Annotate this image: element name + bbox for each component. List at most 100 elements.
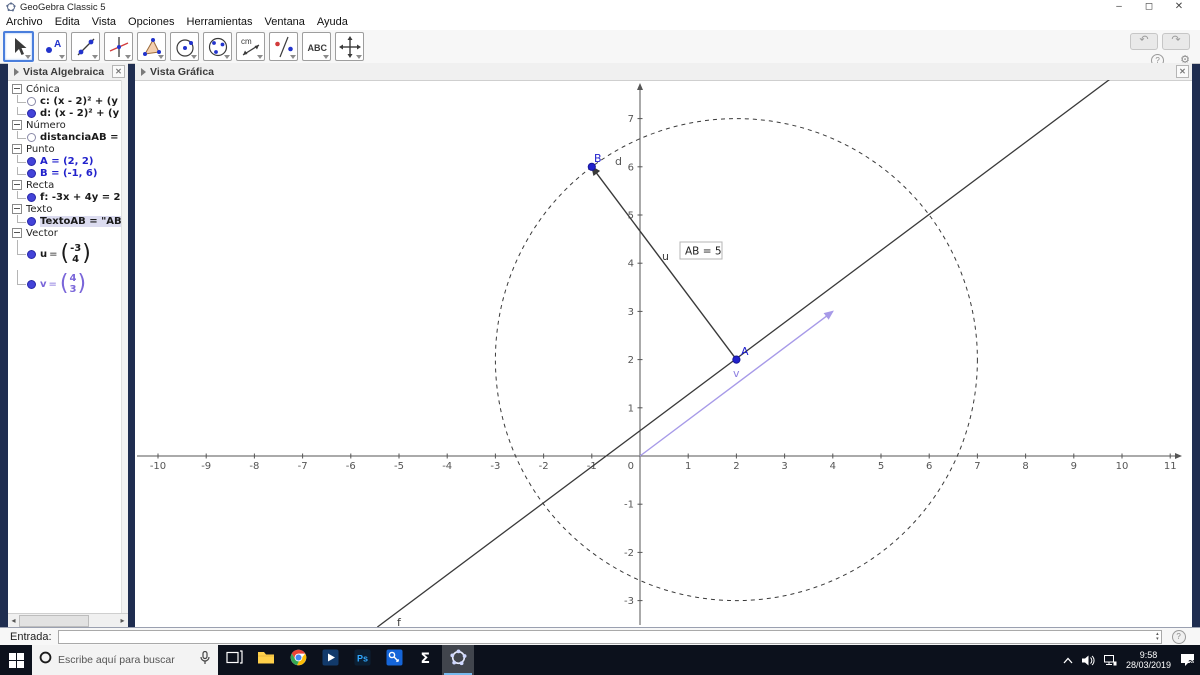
move-tool[interactable]	[3, 31, 34, 62]
algebra-item[interactable]: u = ( -3 4 )	[8, 239, 128, 269]
tool-dropdown-icon[interactable]	[59, 55, 65, 59]
scrollbar-thumb[interactable]	[19, 614, 89, 627]
vector-u[interactable]	[590, 165, 737, 361]
close-button[interactable]: ✕	[1164, 0, 1194, 14]
panel-arrow-icon[interactable]	[14, 67, 19, 76]
algebra-item[interactable]: distanciaAB = 5	[8, 131, 128, 143]
visibility-marble[interactable]	[27, 96, 36, 106]
taskbar-search[interactable]: Escribe aquí para buscar	[32, 645, 218, 675]
visibility-marble[interactable]	[27, 279, 36, 289]
svg-text:-4: -4	[442, 461, 452, 472]
conic-tool[interactable]	[203, 32, 232, 61]
undo-button[interactable]: ↶	[1130, 33, 1158, 50]
graphics-close-icon[interactable]: ✕	[1176, 65, 1189, 78]
line-tool[interactable]	[71, 32, 100, 61]
move-graphics-tool[interactable]	[335, 32, 364, 61]
tool-dropdown-icon[interactable]	[323, 55, 329, 59]
reflect-tool[interactable]	[269, 32, 298, 61]
algebra-horizontal-scrollbar[interactable]: ◂ ▸	[8, 613, 128, 627]
polygon-tool[interactable]	[137, 32, 166, 61]
algebra-group-texto[interactable]: Texto	[8, 203, 128, 215]
visibility-marble[interactable]	[27, 216, 36, 226]
minimize-button[interactable]: –	[1104, 0, 1134, 14]
menu-item-ventana[interactable]: Ventana	[259, 14, 311, 30]
algebra-close-icon[interactable]: ✕	[112, 65, 125, 78]
circle-tool[interactable]	[170, 32, 199, 61]
visibility-marble[interactable]	[27, 192, 36, 202]
maximize-button[interactable]: ◻	[1134, 0, 1164, 14]
start-button[interactable]	[0, 645, 32, 675]
algebra-group-nu-mero[interactable]: Número	[8, 119, 128, 131]
tool-dropdown-icon[interactable]	[356, 55, 362, 59]
svg-text:11: 11	[1164, 461, 1177, 472]
visibility-marble[interactable]	[27, 132, 36, 142]
panel-arrow-icon[interactable]	[141, 67, 146, 76]
taskbar-app-chrome[interactable]	[282, 645, 314, 675]
notifications-icon[interactable]: 20	[1180, 653, 1196, 667]
vector-v[interactable]	[639, 310, 834, 457]
taskbar-app-geogebra[interactable]	[442, 645, 474, 675]
tool-dropdown-icon[interactable]	[158, 55, 164, 59]
tool-dropdown-icon[interactable]	[224, 55, 230, 59]
algebra-item[interactable]: v = ( 43 )	[8, 269, 128, 299]
redo-button[interactable]: ↷	[1162, 33, 1190, 50]
visibility-marble[interactable]	[27, 156, 36, 166]
graphics-canvas[interactable]: -10-9-8-7-6-5-4-3-2-11234567891011-3-2-1…	[135, 80, 1192, 627]
speaker-icon[interactable]	[1081, 655, 1095, 666]
tool-dropdown-icon[interactable]	[92, 55, 98, 59]
measure-tool[interactable]: cm	[236, 32, 265, 61]
tool-dropdown-icon[interactable]	[191, 55, 197, 59]
menu-item-archivo[interactable]: Archivo	[0, 14, 49, 30]
text-tool[interactable]: ABC	[302, 32, 331, 61]
collapse-icon[interactable]	[12, 228, 22, 238]
algebra-vertical-scrollbar[interactable]	[121, 80, 128, 614]
tray-clock[interactable]: 9:58 28/03/2019	[1126, 650, 1171, 670]
taskbar-app-movies-tv[interactable]	[314, 645, 346, 675]
tray-chevron-icon[interactable]	[1063, 657, 1073, 664]
notification-badge: 20	[1188, 660, 1196, 667]
algebra-item[interactable]: TextoAB = "AB = 5"	[8, 215, 128, 227]
algebra-group-co-nica[interactable]: Cónica	[8, 83, 128, 95]
algebra-group-punto[interactable]: Punto	[8, 143, 128, 155]
collapse-icon[interactable]	[12, 204, 22, 214]
menu-item-vista[interactable]: Vista	[86, 14, 122, 30]
algebra-group-recta[interactable]: Recta	[8, 179, 128, 191]
tool-dropdown-icon[interactable]	[290, 55, 296, 59]
taskbar-app-sigma-app[interactable]: Σ	[410, 645, 442, 675]
collapse-icon[interactable]	[12, 84, 22, 94]
visibility-marble[interactable]	[27, 168, 36, 178]
scroll-left-icon[interactable]: ◂	[8, 615, 19, 627]
taskbar-app-key-app[interactable]	[378, 645, 410, 675]
menu-item-ayuda[interactable]: Ayuda	[311, 14, 354, 30]
tool-dropdown-icon[interactable]	[257, 55, 263, 59]
algebra-item[interactable]: d: (x - 2)² + (y - 2)² = 2	[8, 107, 128, 119]
collapse-icon[interactable]	[12, 120, 22, 130]
point-A[interactable]	[732, 355, 741, 364]
menu-item-edita[interactable]: Edita	[49, 14, 86, 30]
visibility-marble[interactable]	[27, 249, 36, 259]
tool-dropdown-icon[interactable]	[125, 55, 131, 59]
point-tool[interactable]: A	[38, 32, 67, 61]
collapse-icon[interactable]	[12, 144, 22, 154]
svg-text:-3: -3	[490, 461, 500, 472]
algebra-item[interactable]: f: -3x + 4y = 2	[8, 191, 128, 203]
microphone-icon[interactable]	[200, 650, 210, 670]
input-help-icon[interactable]: ?	[1171, 630, 1186, 644]
perpendicular-line-tool[interactable]	[104, 32, 133, 61]
taskbar-app-task-view[interactable]	[218, 645, 250, 675]
algebra-item[interactable]: c: (x - 2)² + (y - 2)² = 2	[8, 95, 128, 107]
network-icon[interactable]	[1103, 654, 1117, 666]
menu-item-herramientas[interactable]: Herramientas	[181, 14, 259, 30]
algebra-group-vector[interactable]: Vector	[8, 227, 128, 239]
taskbar-app-file-explorer[interactable]	[250, 645, 282, 675]
algebra-item[interactable]: B = (-1, 6)	[8, 167, 128, 179]
scroll-right-icon[interactable]: ▸	[117, 615, 128, 627]
menu-item-opciones[interactable]: Opciones	[122, 14, 180, 30]
command-input[interactable]: ▴ ▾	[57, 630, 1162, 644]
taskbar-app-photoshop[interactable]: Ps	[346, 645, 378, 675]
algebra-item[interactable]: A = (2, 2)	[8, 155, 128, 167]
tool-dropdown-icon[interactable]	[25, 55, 31, 59]
input-history-icon[interactable]: ▴ ▾	[1156, 632, 1159, 642]
collapse-icon[interactable]	[12, 180, 22, 190]
visibility-marble[interactable]	[27, 108, 36, 118]
